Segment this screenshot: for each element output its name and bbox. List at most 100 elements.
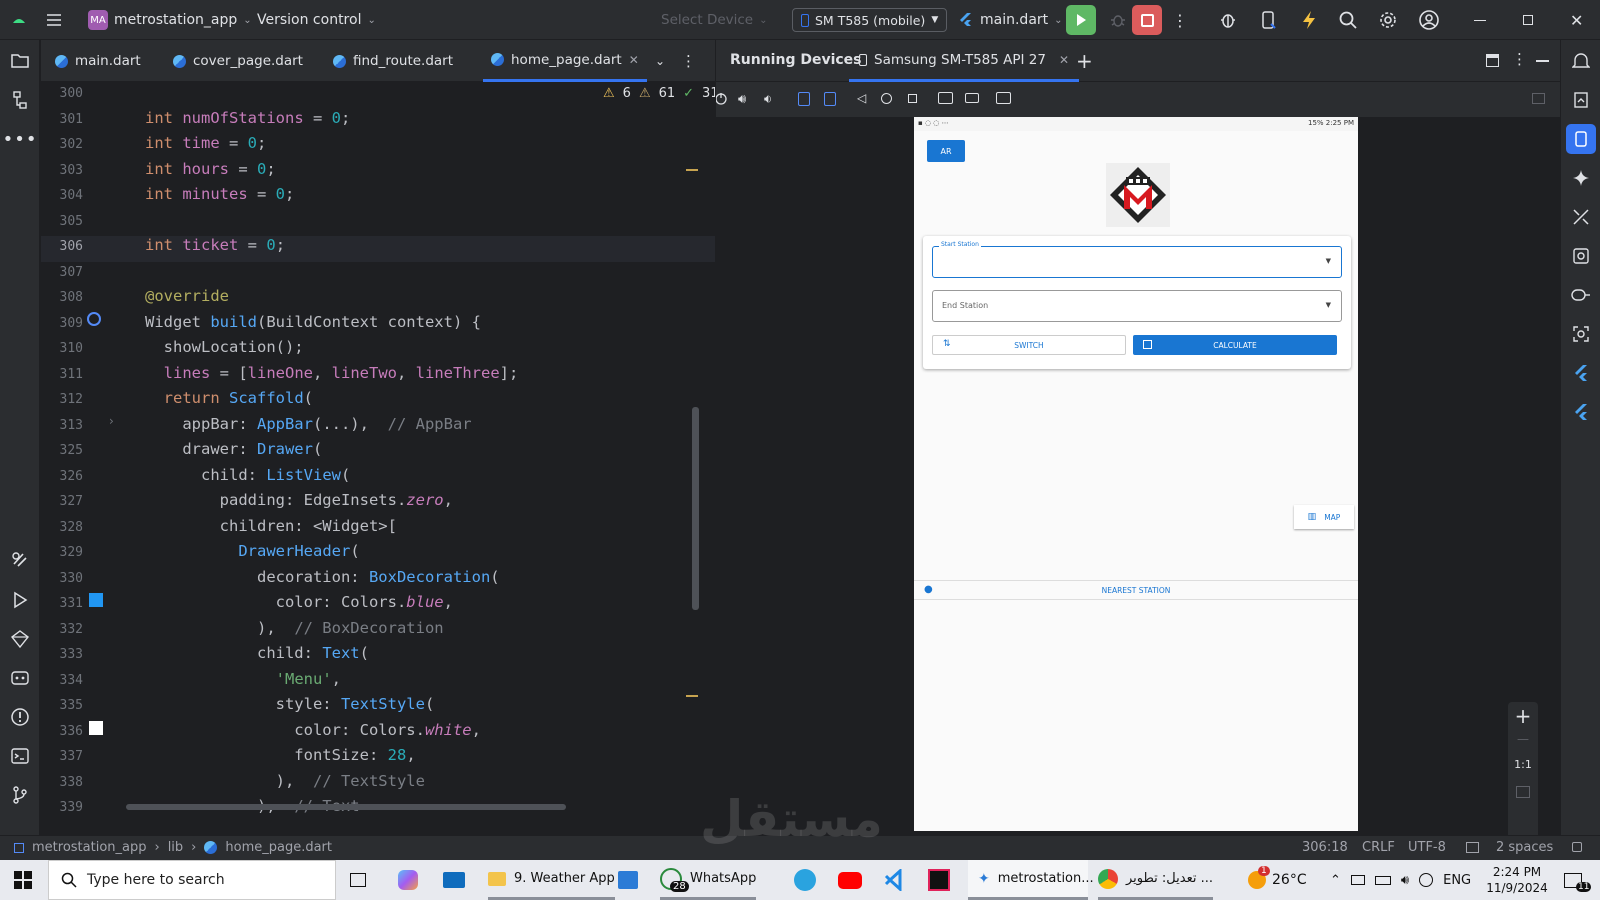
notification-center-icon[interactable]: 11 (1564, 860, 1592, 900)
device-explorer-icon[interactable] (1566, 280, 1596, 310)
rotate-left-icon[interactable] (798, 92, 810, 106)
zoom-in-button[interactable]: + (1508, 704, 1538, 728)
device-tab[interactable]: Samsung SM-T585 API 27 ✕ (849, 40, 1080, 82)
microsoft-store-icon[interactable] (618, 860, 638, 900)
power-icon[interactable] (716, 82, 1560, 118)
rotate-right-icon[interactable] (824, 92, 836, 106)
minimize-window-icon[interactable] (1474, 0, 1486, 40)
zoom-actual-size-button[interactable]: 1:1 (1508, 758, 1538, 771)
switch-button[interactable]: ⇅ SWITCH (932, 335, 1126, 355)
indent-setting[interactable]: 2 spaces (1496, 840, 1553, 855)
overview-icon[interactable] (908, 94, 917, 103)
close-tab-icon[interactable]: ✕ (629, 53, 639, 67)
layout-inspector-icon[interactable] (1566, 319, 1596, 349)
breadcrumb-file[interactable]: home_page.dart (225, 840, 332, 855)
version-control-menu[interactable]: Version control ⌄ (257, 0, 376, 40)
screenshot-icon[interactable] (938, 92, 953, 104)
zoom-out-button[interactable]: — (1508, 732, 1538, 746)
back-icon[interactable]: ◁ (857, 91, 866, 105)
build-variants-icon[interactable] (1566, 202, 1596, 232)
structure-icon[interactable] (5, 85, 35, 115)
device-screen[interactable]: ▪ ◌ ◌ ⋯ 15% 2:25 PM AR Start Station ▼ E… (914, 117, 1358, 831)
panel-more-icon[interactable]: ⋮ (1512, 50, 1527, 68)
attach-debugger-icon[interactable] (1218, 0, 1238, 40)
caret-position[interactable]: 306:18 (1302, 840, 1348, 855)
settings-gear-icon[interactable] (1378, 0, 1398, 40)
dart-devtools-icon[interactable] (5, 624, 35, 654)
mail-icon[interactable] (443, 860, 465, 900)
tab-find-route-dart[interactable]: find_route.dart (333, 40, 453, 82)
running-devices-tool-icon[interactable] (1566, 124, 1596, 154)
inspection-widget[interactable]: ⚠6 ⚠61 ✓310 ⌃ ⌄ (603, 86, 715, 101)
battery-icon[interactable] (1374, 875, 1391, 885)
layout-icon[interactable] (1486, 54, 1499, 67)
flutter-inspector-icon[interactable] (5, 545, 35, 575)
network-globe-icon[interactable] (1419, 873, 1434, 887)
screen-record-icon[interactable] (965, 93, 979, 103)
git-icon[interactable] (5, 780, 35, 810)
calculate-button[interactable]: CALCULATE (1133, 335, 1337, 355)
vertical-scrollbar[interactable] (692, 407, 699, 610)
tab-more-icon[interactable]: ⋮ (681, 40, 696, 82)
taskbar-app-chrome[interactable]: تعديل: تطوير ... (1098, 860, 1214, 900)
run-config-selector[interactable]: main.dart ⌄ (958, 0, 1063, 40)
gemini-sparkle-icon[interactable] (1566, 163, 1596, 193)
task-view-icon[interactable] (350, 860, 366, 900)
zoom-fit-icon[interactable] (1516, 786, 1530, 798)
vscode-icon[interactable] (884, 860, 906, 900)
line-ending[interactable]: CRLF (1362, 840, 1395, 855)
readonly-toggle-icon[interactable] (1466, 842, 1479, 853)
close-window-icon[interactable]: ✕ (1570, 0, 1583, 40)
extended-controls-icon[interactable] (996, 92, 1011, 104)
flutter-performance-icon[interactable] (1566, 397, 1596, 427)
tab-cover-page-dart[interactable]: cover_page.dart (173, 40, 303, 82)
horizontal-scrollbar[interactable] (126, 804, 566, 810)
tab-home-page-dart[interactable]: home_page.dart ✕ (483, 40, 647, 82)
add-device-icon[interactable]: + (1076, 49, 1093, 73)
breadcrumb-lib[interactable]: lib (168, 840, 183, 855)
problems-icon[interactable] (5, 702, 35, 732)
volume-icon[interactable]: 🔊︎ (1401, 873, 1409, 888)
telegram-icon[interactable] (794, 860, 816, 900)
camera-tray-icon[interactable] (1350, 875, 1365, 885)
project-folder-icon[interactable] (5, 46, 35, 76)
terminal-icon[interactable] (5, 741, 35, 771)
notifications-bell-icon[interactable] (1566, 46, 1596, 76)
logcat-icon[interactable] (5, 663, 35, 693)
tab-list-chevron-icon[interactable]: ⌄ (655, 40, 665, 82)
select-device-dropdown[interactable]: Select Device ⌄ (661, 0, 768, 40)
lock-icon[interactable] (1572, 842, 1582, 852)
youtube-icon[interactable] (838, 860, 862, 900)
language-indicator[interactable]: ENG (1443, 873, 1471, 888)
taskbar-clock[interactable]: 2:24 PM 11/9/2024 (1484, 864, 1550, 896)
app-inspection-icon[interactable] (1566, 241, 1596, 271)
file-encoding[interactable]: UTF-8 (1408, 840, 1446, 855)
copilot-icon[interactable] (398, 860, 418, 900)
stop-button[interactable] (1132, 0, 1162, 40)
main-menu-icon[interactable] (44, 0, 64, 40)
tray-chevron-up-icon[interactable]: ⌃ (1330, 873, 1341, 888)
taskbar-app-whatsapp[interactable]: 28 WhatsApp (660, 860, 757, 900)
nearest-station-bar[interactable]: ● NEAREST STATION (914, 580, 1358, 600)
breadcrumb-project[interactable]: metrostation_app (32, 840, 146, 855)
taskbar-app-folder[interactable]: 9. Weather App (488, 860, 615, 900)
ar-button[interactable]: AR (927, 140, 965, 162)
tab-main-dart[interactable]: main.dart (55, 40, 141, 82)
home-icon[interactable] (881, 93, 892, 104)
map-button[interactable]: ▥ MAP (1294, 505, 1354, 529)
close-tab-icon[interactable]: ✕ (1059, 53, 1069, 67)
gradle-icon[interactable] (1566, 85, 1596, 115)
end-station-dropdown[interactable]: End Station ▼ (932, 290, 1342, 322)
device-manager-icon[interactable] (1258, 0, 1278, 40)
volume-up-icon[interactable]: 🔊︎ (738, 92, 746, 107)
hot-reload-icon[interactable] (1300, 0, 1318, 40)
hide-panel-icon[interactable] (1536, 60, 1549, 62)
more-actions-icon[interactable]: ⋮ (1172, 0, 1188, 40)
search-icon[interactable] (1338, 0, 1358, 40)
mirror-icon[interactable] (1532, 93, 1545, 104)
windows-start-icon[interactable] (14, 860, 32, 900)
more-tools-icon[interactable]: ••• (3, 124, 37, 154)
debug-button[interactable] (1103, 0, 1133, 40)
account-icon[interactable] (1418, 0, 1440, 40)
jetbrains-icon[interactable] (928, 860, 950, 900)
